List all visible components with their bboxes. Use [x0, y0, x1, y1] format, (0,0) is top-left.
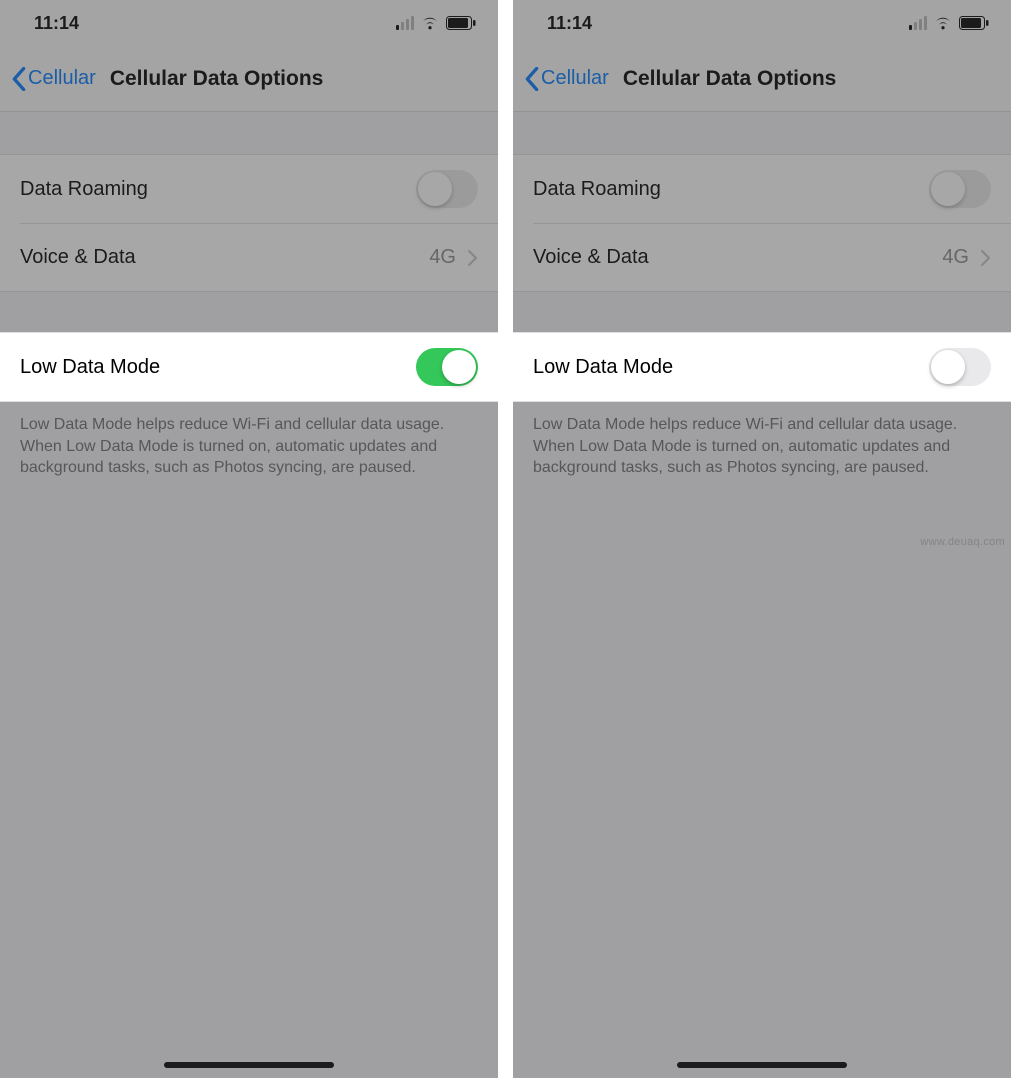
wifi-icon: [933, 16, 953, 30]
battery-icon: [959, 16, 989, 30]
voice-data-row[interactable]: Voice & Data 4G: [533, 223, 1011, 291]
battery-icon: [446, 16, 476, 30]
status-bar: 11:14: [0, 0, 498, 46]
footer-text: Low Data Mode helps reduce Wi-Fi and cel…: [513, 402, 1011, 491]
voice-data-value: 4G: [942, 246, 969, 269]
data-roaming-label: Data Roaming: [533, 178, 661, 201]
status-bar: 11:14: [513, 0, 1011, 46]
page-title: Cellular Data Options: [623, 67, 837, 91]
back-button[interactable]: Cellular: [12, 67, 96, 91]
voice-data-row[interactable]: Voice & Data 4G: [20, 223, 498, 291]
chevron-right-icon: [981, 250, 991, 266]
data-roaming-label: Data Roaming: [20, 178, 148, 201]
low-data-mode-group: Low Data Mode: [0, 332, 498, 402]
data-roaming-row[interactable]: Data Roaming: [0, 155, 498, 223]
back-button[interactable]: Cellular: [525, 67, 609, 91]
nav-bar: Cellular Cellular Data Options: [513, 46, 1011, 112]
home-indicator[interactable]: [164, 1062, 334, 1068]
voice-data-value: 4G: [429, 246, 456, 269]
cellular-signal-icon: [909, 16, 927, 30]
settings-group-1: Data Roaming Voice & Data 4G: [0, 154, 498, 292]
cellular-signal-icon: [396, 16, 414, 30]
chevron-left-icon: [525, 67, 539, 91]
back-label: Cellular: [28, 67, 96, 90]
settings-group-1: Data Roaming Voice & Data 4G: [513, 154, 1011, 292]
voice-data-label: Voice & Data: [533, 246, 649, 269]
low-data-mode-row[interactable]: Low Data Mode: [513, 333, 1011, 401]
low-data-mode-toggle[interactable]: [416, 348, 478, 386]
chevron-left-icon: [12, 67, 26, 91]
low-data-mode-label: Low Data Mode: [533, 356, 673, 379]
screen-left: 11:14 Cellular Cellular Data Options Dat…: [0, 0, 498, 1078]
low-data-mode-label: Low Data Mode: [20, 356, 160, 379]
data-roaming-row[interactable]: Data Roaming: [513, 155, 1011, 223]
page-title: Cellular Data Options: [110, 67, 324, 91]
wifi-icon: [420, 16, 440, 30]
back-label: Cellular: [541, 67, 609, 90]
low-data-mode-row[interactable]: Low Data Mode: [0, 333, 498, 401]
low-data-mode-toggle[interactable]: [929, 348, 991, 386]
status-indicators: [909, 16, 989, 30]
data-roaming-toggle[interactable]: [929, 170, 991, 208]
low-data-mode-group: Low Data Mode: [513, 332, 1011, 402]
nav-bar: Cellular Cellular Data Options: [0, 46, 498, 112]
chevron-right-icon: [468, 250, 478, 266]
status-time: 11:14: [34, 13, 79, 34]
status-indicators: [396, 16, 476, 30]
home-indicator[interactable]: [677, 1062, 847, 1068]
voice-data-label: Voice & Data: [20, 246, 136, 269]
status-time: 11:14: [547, 13, 592, 34]
data-roaming-toggle[interactable]: [416, 170, 478, 208]
watermark: www.deuaq.com: [920, 536, 1005, 548]
footer-text: Low Data Mode helps reduce Wi-Fi and cel…: [0, 402, 498, 491]
